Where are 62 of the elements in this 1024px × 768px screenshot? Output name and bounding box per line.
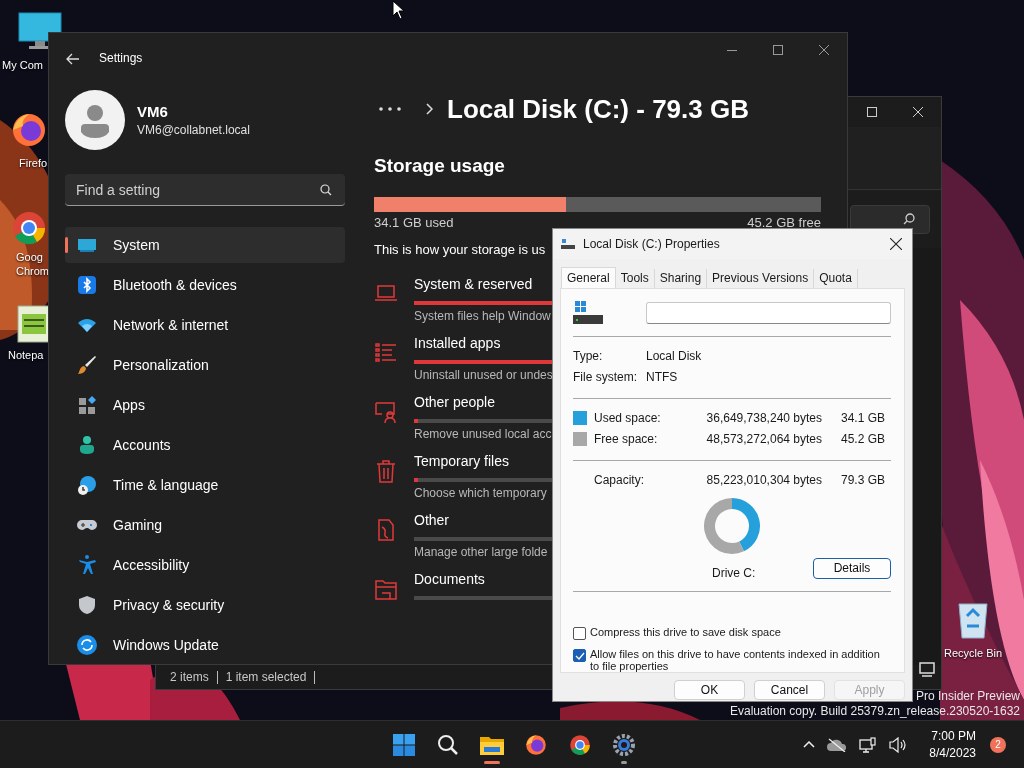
details-button[interactable]: Details [813,557,891,579]
nav-item[interactable]: Gaming [65,507,345,543]
status-text: 2 items [170,670,209,684]
category-description: Uninstall unused or undes [414,368,553,382]
drive-label: Drive C: [712,566,756,580]
desktop-watermark-text: Evaluation copy. Build 25379.zn_release.230520-1632 [730,704,1020,719]
page-title: Local Disk (C:) - 79.3 GB [447,93,749,125]
desktop-icon-label[interactable]: Firefo [19,156,48,170]
category-title: Installed apps [414,335,501,351]
checkbox-label: Compress this drive to save disk space [590,626,781,638]
intro-text: This is how your storage is us [374,242,546,257]
status-text: 1 item selected [225,670,307,684]
category-description: Choose which temporary [414,486,547,500]
field-value: Local Disk [646,348,702,363]
field-label: Free space: [594,431,659,446]
desktop-icon-label[interactable]: Notepa [8,348,44,362]
checkbox-label: Allow files on this drive to have contents indexed in addition to file properties [590,648,881,672]
window-title: Settings [99,51,143,65]
desktop-icon-label[interactable]: Recycle Bin [944,646,1003,660]
category-description: System files help Window [414,309,551,323]
category-title: Other [414,512,449,528]
field-label: Used space: [594,410,662,425]
category-title: Documents [414,571,485,587]
tab[interactable]: General [561,267,616,289]
category-description: Remove unused local acc [414,427,552,441]
nav-item[interactable]: Windows Update [65,627,345,663]
search-field[interactable]: Find a setting [65,174,345,206]
size-value: 79.3 GB [839,472,885,487]
free-label: 45.2 GB free [747,215,821,230]
field-value: NTFS [646,369,678,384]
bytes-value: 36,649,738,240 bytes [705,410,822,425]
nav-item[interactable]: Accounts [65,427,345,463]
desktop-icon-label[interactable]: Goog Chrom [16,250,49,278]
bytes-value: 85,223,010,304 bytes [705,472,822,487]
nav-item[interactable]: Accessibility [65,547,345,583]
clock[interactable]: 7:00 PM 8/4/2023 [929,727,976,762]
nav-item[interactable]: System [65,227,345,263]
dialog-button[interactable]: Cancel [754,680,825,700]
category-title: Other people [414,394,495,410]
nav-item[interactable]: Personalization [65,347,345,383]
field-label: File system: [573,369,638,384]
desktop-watermark-text: Pro Insider Preview [915,689,1020,704]
used-label: 34.1 GB used [374,215,454,230]
category-description: Manage other large folde [414,545,548,559]
nav-item[interactable]: Privacy & security [65,587,345,623]
category-title: Temporary files [414,453,509,469]
size-value: 34.1 GB [839,410,885,425]
nav-item[interactable]: Time & language [65,467,345,503]
nav-item[interactable]: Apps [65,387,345,423]
dialog-button[interactable]: OK [674,680,745,700]
nav-item[interactable]: Network & internet [65,307,345,343]
category-title: System & reserved [414,276,533,292]
size-value: 45.2 GB [839,431,885,446]
desktop-icon-label[interactable]: My Com [2,58,43,72]
field-label: Type: [573,348,604,363]
dialog-title: Local Disk (C:) Properties [583,237,720,251]
field-label: Capacity: [594,472,646,487]
user-email: VM6@collabnet.local [137,123,250,137]
nav-item[interactable]: Bluetooth & devices [65,267,345,303]
section-heading: Storage usage [374,155,505,177]
user-name: VM6 [137,103,169,120]
bytes-value: 48,573,272,064 bytes [705,431,822,446]
